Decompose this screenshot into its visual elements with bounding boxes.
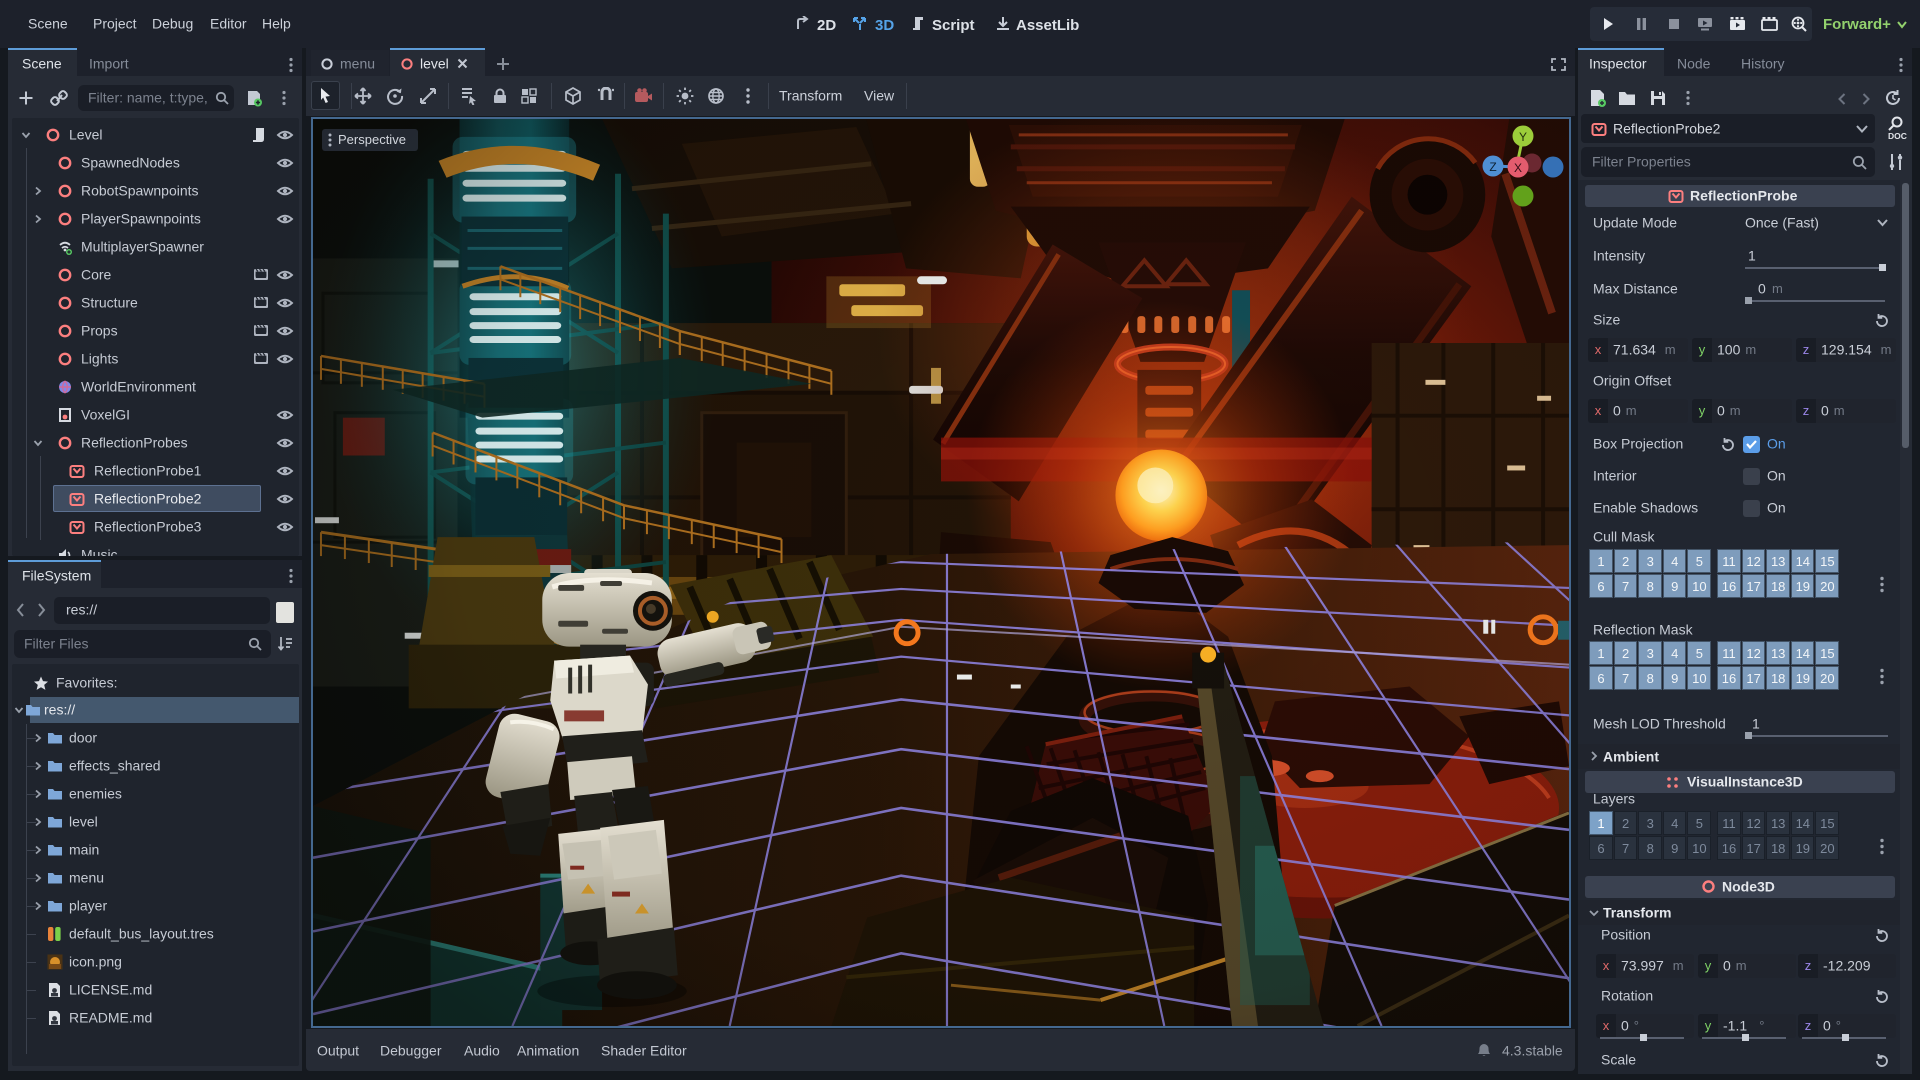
svg-text:Y: Y xyxy=(1519,130,1527,144)
svg-text:DOC: DOC xyxy=(1888,131,1907,141)
svg-text:X: X xyxy=(1514,161,1522,175)
svg-text:Z: Z xyxy=(1489,160,1496,174)
